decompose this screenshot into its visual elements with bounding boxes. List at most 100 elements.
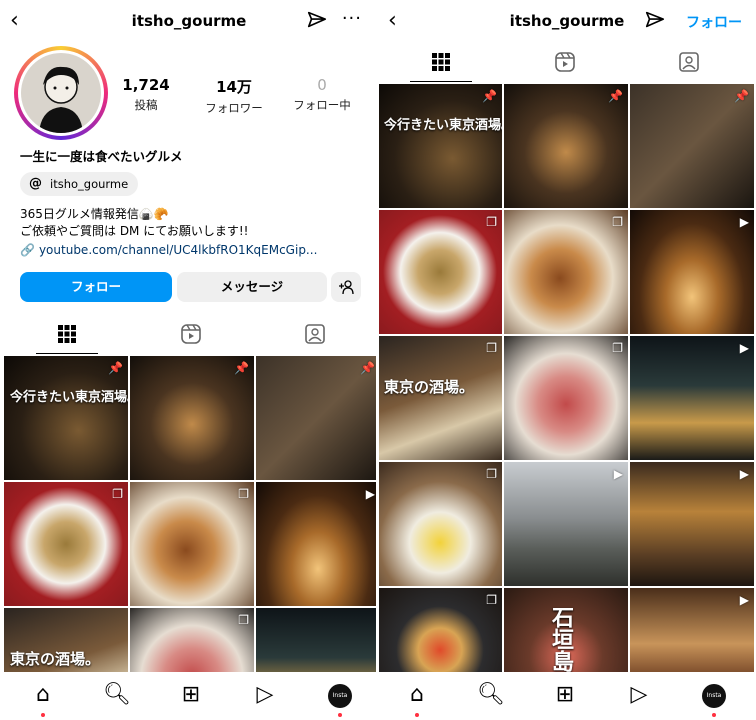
bottom-nav: ⌂ 🔍︎ ⊞ ▷ Insta Lab — [0, 672, 378, 720]
home-icon[interactable]: ⌂ — [28, 682, 58, 712]
post-tile[interactable]: ❐ — [504, 210, 628, 334]
post-tile[interactable]: 今行きたい東京酒場。 📌 — [378, 84, 502, 208]
top-bar: ‹ itsho_gourme フォロー — [378, 0, 756, 42]
threads-handle: itsho_gourme — [50, 177, 129, 191]
post-tile[interactable]: ▶ — [630, 336, 754, 460]
tab-reels[interactable] — [502, 42, 628, 82]
message-button[interactable]: メッセージ — [177, 272, 327, 302]
pin-icon: 📌 — [234, 361, 249, 375]
post-tile[interactable]: 📌 — [130, 356, 254, 480]
threads-badge[interactable]: @ itsho_gourme — [20, 172, 139, 196]
post-tile[interactable]: ❐ — [4, 482, 128, 606]
pin-icon: 📌 — [108, 361, 123, 375]
avatar — [21, 53, 101, 133]
post-tile[interactable]: 今行きたい東京酒場。 📌 — [4, 356, 128, 480]
post-tile[interactable]: ▶ — [256, 482, 378, 606]
home-icon[interactable]: ⌂ — [402, 682, 432, 712]
reel-badge-icon: ▶ — [365, 487, 375, 501]
send-icon[interactable] — [306, 9, 328, 31]
threads-icon: @ — [29, 176, 42, 191]
send-icon[interactable] — [644, 9, 666, 31]
post-tile[interactable]: ❐ — [378, 462, 502, 586]
tab-tagged[interactable] — [626, 42, 752, 82]
display-name: 一生に一度は食べたいグルメ — [20, 149, 183, 164]
reel-badge-icon: ▶ — [739, 467, 749, 481]
suggest-user-button[interactable] — [331, 272, 361, 302]
bio-line-2: ご依頼やご質問は DM にてお願いします!! — [20, 224, 249, 238]
notification-dot — [415, 713, 419, 717]
post-tile[interactable]: ❐ — [130, 482, 254, 606]
profile-avatar-icon[interactable]: Insta Lab — [328, 684, 352, 720]
tagged-icon — [305, 324, 325, 344]
avatar-story-ring[interactable] — [14, 46, 108, 140]
tagged-icon — [679, 52, 699, 72]
tab-grid[interactable] — [378, 42, 504, 82]
post-caption: 東京の酒場。 — [10, 650, 101, 668]
post-tile[interactable]: ▶ — [630, 462, 754, 586]
post-caption: 石垣島 — [548, 606, 573, 672]
carousel-icon: ❐ — [486, 341, 497, 355]
tab-tagged[interactable] — [252, 314, 378, 354]
profile-tabs — [378, 42, 756, 82]
add-person-icon — [339, 280, 354, 295]
follow-button[interactable]: フォロー — [20, 272, 172, 302]
post-tile[interactable]: ▶ — [630, 210, 754, 334]
bio-line-1: 365日グルメ情報発信🍙🥐 — [20, 207, 169, 221]
stat-followers[interactable]: 14万 フォロワー — [194, 76, 274, 116]
stat-following[interactable]: 0 フォロー中 — [282, 76, 362, 113]
profile-panel-left: ‹ itsho_gourme ··· 1,724 投稿 14万 フォロワー 0 … — [0, 0, 378, 720]
carousel-icon: ❐ — [238, 487, 249, 501]
reel-badge-icon: ▶ — [739, 593, 749, 607]
post-tile[interactable]: 📌 — [256, 356, 378, 480]
notification-dot — [338, 713, 342, 717]
carousel-icon: ❐ — [238, 613, 249, 627]
tab-grid[interactable] — [4, 314, 130, 354]
create-post-icon[interactable]: ⊞ — [176, 682, 206, 712]
search-icon[interactable]: 🔍︎ — [102, 682, 132, 712]
grid-icon — [58, 325, 76, 343]
reel-badge-icon: ▶ — [739, 215, 749, 229]
carousel-icon: ❐ — [612, 341, 623, 355]
post-tile[interactable]: ▶ — [504, 462, 628, 586]
carousel-icon: ❐ — [486, 467, 497, 481]
bio-link[interactable]: 🔗 youtube.com/channel/UC4lkbfRO1KqEMcGip.… — [20, 243, 317, 257]
pin-icon: 📌 — [734, 89, 749, 103]
top-bar: ‹ itsho_gourme ··· — [0, 0, 378, 42]
reel-badge-icon: ▶ — [613, 467, 623, 481]
reel-badge-icon: ▶ — [739, 341, 749, 355]
carousel-icon: ❐ — [112, 487, 123, 501]
post-tile[interactable]: 📌 — [504, 84, 628, 208]
tab-reels[interactable] — [128, 314, 254, 354]
reels-nav-icon[interactable]: ▷ — [250, 682, 280, 712]
carousel-icon: ❐ — [486, 593, 497, 607]
reels-icon — [555, 52, 575, 72]
bottom-nav: ⌂ 🔍︎ ⊞ ▷ Insta Lab — [378, 672, 756, 720]
post-tile[interactable]: ❐ — [504, 336, 628, 460]
search-icon[interactable]: 🔍︎ — [476, 682, 506, 712]
post-tile[interactable]: 📌 — [630, 84, 754, 208]
post-caption: 東京の酒場。 — [384, 378, 475, 396]
create-post-icon[interactable]: ⊞ — [550, 682, 580, 712]
profile-panel-right: ‹ itsho_gourme フォロー 今行きたい東京酒場。 📌 📌 📌 ❐ ❐… — [378, 0, 756, 720]
reels-icon — [181, 324, 201, 344]
carousel-icon: ❐ — [486, 215, 497, 229]
post-tile[interactable]: 東京の酒場。 ❐ — [378, 336, 502, 460]
profile-avatar-icon[interactable]: Insta Lab — [702, 684, 726, 720]
pin-icon: 📌 — [482, 89, 497, 103]
grid-icon — [432, 53, 450, 71]
post-caption: 今行きたい東京酒場。 — [10, 390, 128, 405]
stat-posts: 1,724 投稿 — [122, 76, 170, 112]
follow-link[interactable]: フォロー — [686, 12, 742, 32]
post-tile[interactable]: ❐ — [378, 210, 502, 334]
panel-divider — [376, 0, 379, 720]
notification-dot — [41, 713, 45, 717]
profile-tabs — [0, 314, 378, 354]
post-caption: 今行きたい東京酒場。 — [384, 118, 502, 133]
notification-dot — [712, 713, 716, 717]
more-options-icon[interactable]: ··· — [342, 8, 362, 29]
reels-nav-icon[interactable]: ▷ — [624, 682, 654, 712]
carousel-icon: ❐ — [612, 215, 623, 229]
pin-icon: 📌 — [608, 89, 623, 103]
link-icon: 🔗 — [20, 243, 35, 257]
pin-icon: 📌 — [360, 361, 375, 375]
